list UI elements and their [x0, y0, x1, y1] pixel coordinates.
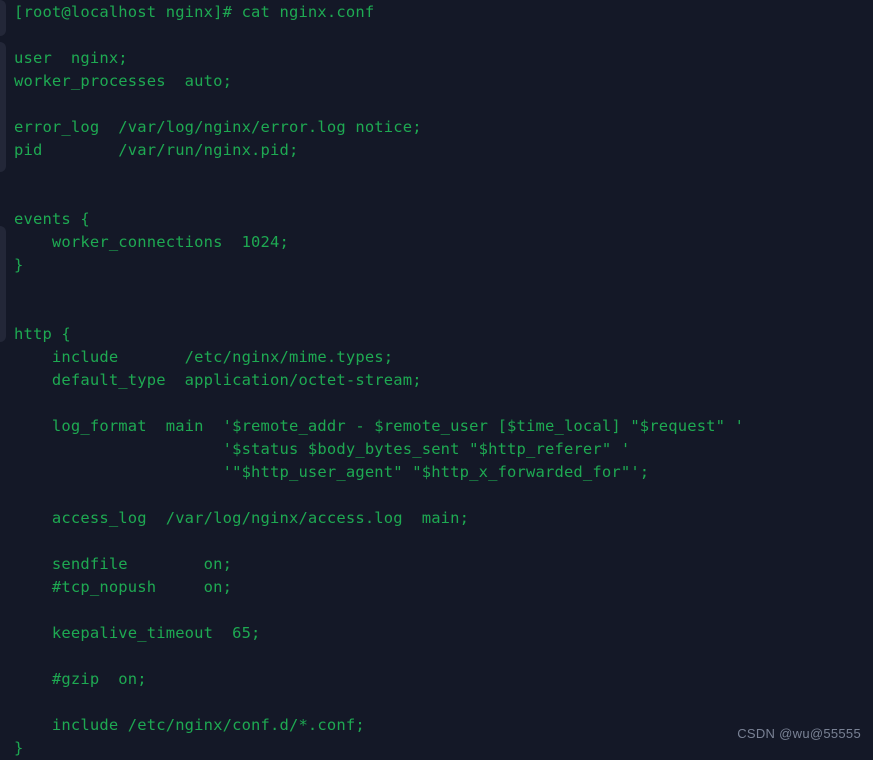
terminal-line: user nginx; — [14, 49, 128, 67]
terminal-line: log_format main '$remote_addr - $remote_… — [14, 417, 745, 435]
terminal-line: access_log /var/log/nginx/access.log mai… — [14, 509, 470, 527]
terminal-line: worker_processes auto; — [14, 72, 233, 90]
terminal-output[interactable]: [root@localhost nginx]# cat nginx.conf u… — [14, 1, 873, 760]
watermark-label: CSDN @wu@55555 — [737, 726, 861, 741]
terminal-window[interactable]: [root@localhost nginx]# cat nginx.conf u… — [0, 0, 873, 757]
terminal-line: http { — [14, 325, 71, 343]
terminal-line: '$status $body_bytes_sent "$http_referer… — [14, 440, 631, 458]
terminal-prompt-line: [root@localhost nginx]# cat nginx.conf — [14, 3, 375, 21]
terminal-line: pid /var/run/nginx.pid; — [14, 141, 299, 159]
terminal-line: default_type application/octet-stream; — [14, 371, 422, 389]
terminal-line: sendfile on; — [14, 555, 233, 573]
terminal-line: '"$http_user_agent" "$http_x_forwarded_f… — [14, 463, 650, 481]
terminal-line: include /etc/nginx/mime.types; — [14, 348, 394, 366]
terminal-line: events { — [14, 210, 90, 228]
terminal-line: #gzip on; — [14, 670, 147, 688]
terminal-line: keepalive_timeout 65; — [14, 624, 261, 642]
terminal-line: worker_connections 1024; — [14, 233, 289, 251]
terminal-line: #tcp_nopush on; — [14, 578, 233, 596]
terminal-line: error_log /var/log/nginx/error.log notic… — [14, 118, 422, 136]
terminal-line: } — [14, 256, 24, 274]
